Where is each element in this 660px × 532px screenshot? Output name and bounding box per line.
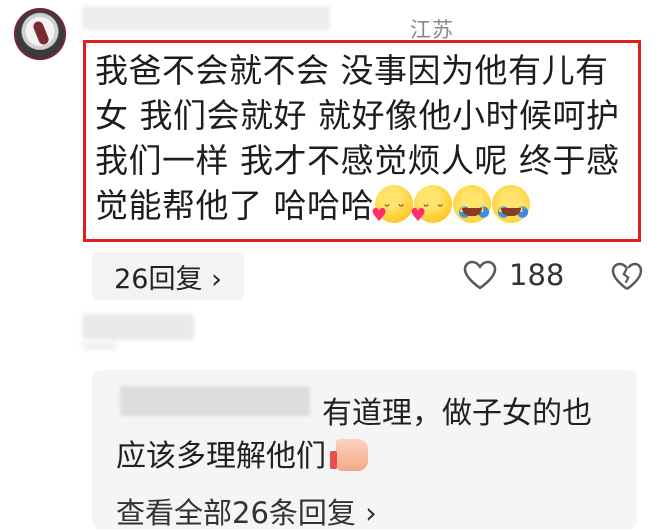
reply-count-button[interactable]: 26回复 › — [92, 252, 244, 300]
reply-text-line2-body: 应该多理解他们 — [116, 439, 326, 474]
user-avatar[interactable] — [14, 8, 66, 60]
thumbs-up-icon — [329, 439, 368, 471]
reply-card[interactable]: 有道理，做子女的也 应该多理解他们 查看全部26条回复 › — [92, 370, 637, 532]
view-all-replies-link[interactable]: 查看全部26条回复 › — [116, 490, 377, 532]
cry-laugh-emoji-icon — [492, 185, 530, 234]
reply-text-line2: 应该多理解他们 — [116, 435, 622, 478]
reply-text: 有道理，做子女的也 应该多理解他们 — [116, 392, 622, 478]
comment-text: 我爸不会就不会 没事因为他有儿有女 我们会就好 就好像他小时候呵护我们一样 我才… — [95, 48, 640, 238]
broken-heart-icon[interactable] — [611, 262, 643, 291]
heart-outline-icon — [463, 260, 497, 290]
sub-comment-redacted — [82, 314, 194, 340]
sub-comment-redacted-line — [82, 342, 118, 350]
like-button[interactable]: 188 — [463, 258, 564, 292]
reply-username-redacted — [120, 386, 310, 416]
comment-body: 我爸不会就不会 没事因为他有儿有女 我们会就好 就好像他小时候呵护我们一样 我才… — [95, 51, 620, 225]
kiss-emoji-icon — [371, 185, 413, 238]
cry-laugh-emoji-icon — [453, 185, 491, 234]
reply-text-line1: 有道理，做子女的也 — [322, 396, 592, 431]
username-redacted — [82, 6, 330, 30]
like-count: 188 — [509, 258, 565, 292]
kiss-emoji-icon — [410, 185, 452, 238]
reply-count-label: 26回复 › — [114, 263, 222, 295]
